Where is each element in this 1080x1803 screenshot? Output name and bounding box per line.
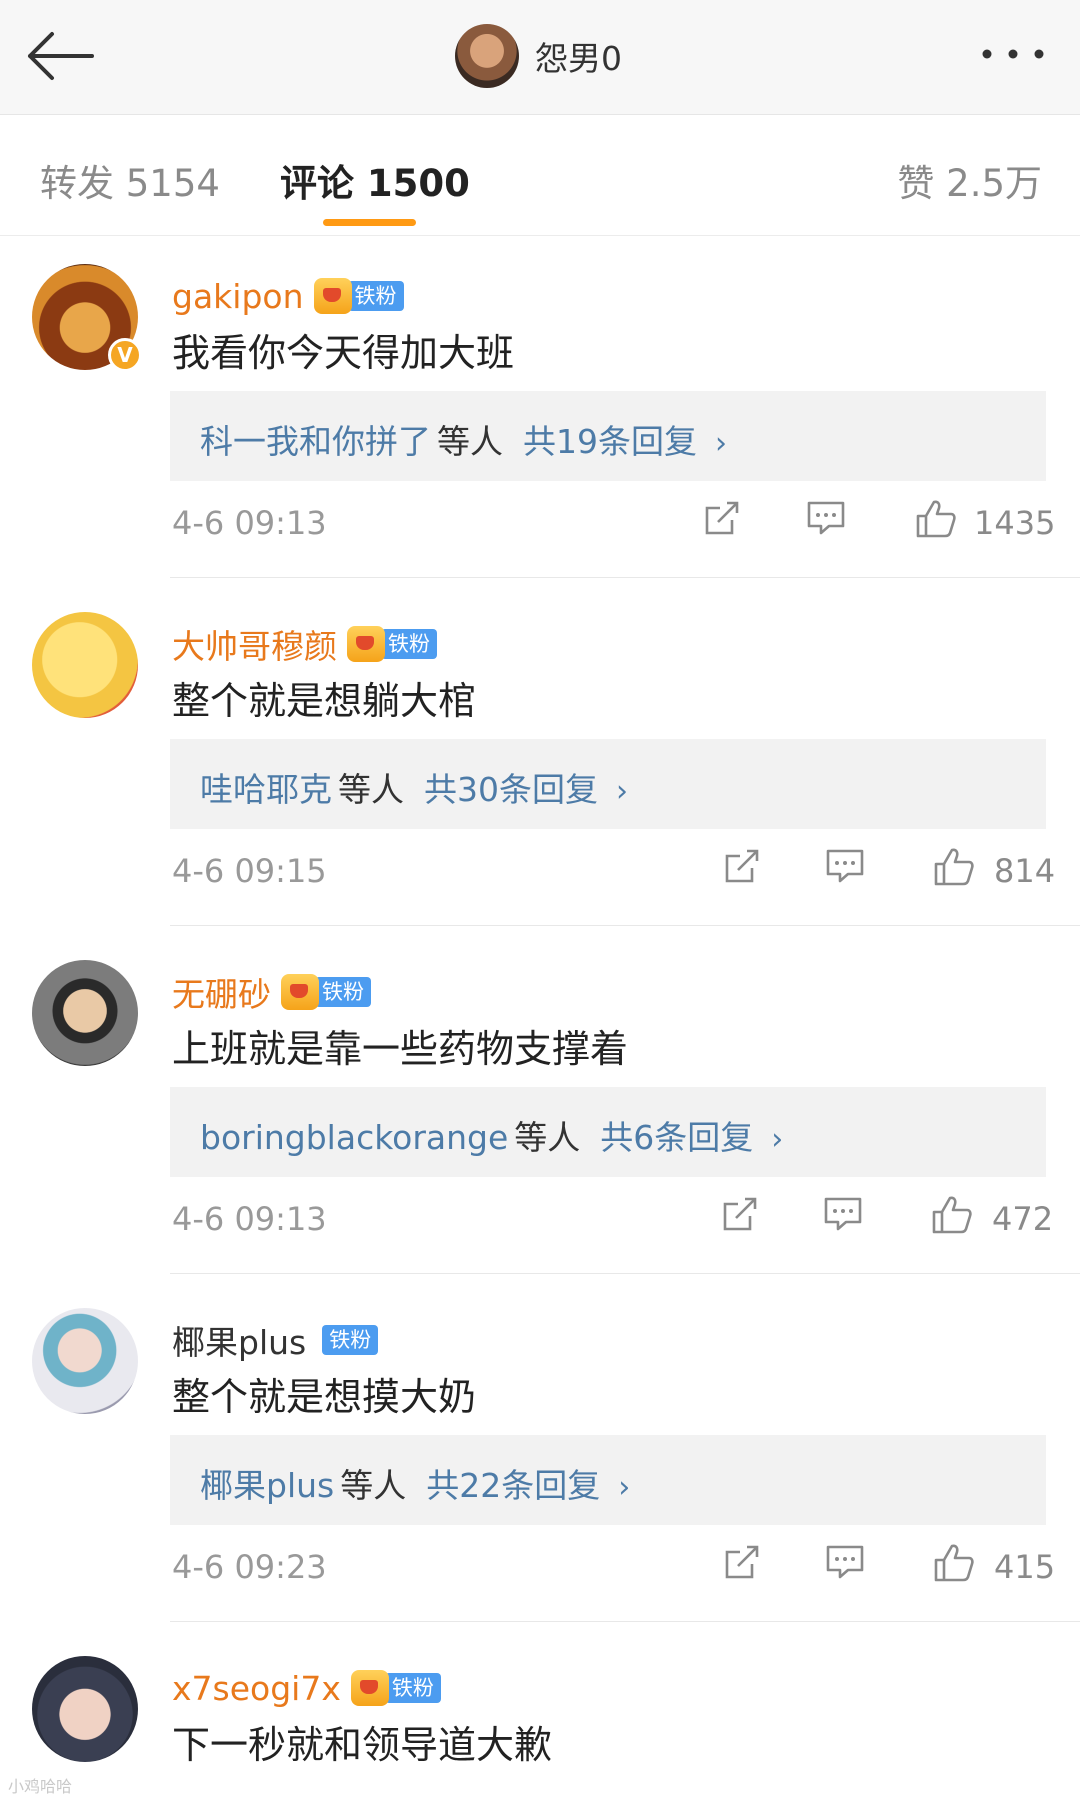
verified-badge: V [108,338,142,372]
timestamp: 4-6 09:13 [172,504,327,542]
avatar[interactable] [32,612,138,718]
avatar[interactable] [32,1308,138,1414]
like-icon[interactable] [930,1194,974,1236]
reply-count[interactable]: 共30条回复 [424,770,598,809]
reply-suffix: 等人 [437,422,503,461]
username[interactable]: 无硼砂 [172,968,271,1016]
like-icon[interactable] [914,498,958,540]
like-count: 472 [992,1200,1054,1238]
fan-badge: 铁粉 [316,1325,379,1355]
avatar[interactable]: V [32,264,142,372]
divider [170,1273,1080,1274]
fan-badge-label: 铁粉 [347,281,404,311]
fan-badge: 铁粉 [313,278,404,314]
avatar[interactable] [32,960,138,1066]
reply-summary[interactable]: 椰果plus 等人 共22条回复 › [170,1435,1046,1525]
share-icon[interactable] [722,1542,762,1582]
like-icon[interactable] [932,1542,976,1584]
fan-badge: 铁粉 [347,626,437,662]
like-icon[interactable] [932,846,976,888]
fan-badge: 铁粉 [281,974,371,1010]
comment-icon[interactable] [822,1194,864,1234]
reply-count[interactable]: 共6条回复 [600,1118,753,1157]
chevron-right-icon: › [771,1122,784,1157]
crown-icon [281,974,319,1010]
comment-icon[interactable] [805,498,847,538]
share-icon[interactable] [702,498,742,538]
divider [170,1621,1080,1622]
reply-summary[interactable]: 哇哈耶克 等人 共30条回复 › [170,739,1046,829]
username[interactable]: gakipon [172,277,304,316]
timestamp: 4-6 09:23 [172,1548,327,1586]
active-tab-indicator [323,219,416,226]
comment-text: 上班就是靠一些药物支撑着 [172,1027,629,1071]
crown-icon [347,626,385,662]
tab-bar: 转发 5154 评论 1500 赞 2.5万 [0,115,1080,236]
watermark: 小鸡哈哈 [8,1777,73,1796]
reply-summary[interactable]: 科一我和你拼了 等人 共19条回复 › [170,391,1046,481]
like-count: 1435 [974,504,1056,542]
more-options-icon[interactable] [978,40,1048,68]
reply-suffix: 等人 [514,1118,581,1157]
reply-suffix: 等人 [340,1466,407,1505]
reply-summary[interactable]: boringblackorange 等人 共6条回复 › [170,1087,1046,1177]
fan-badge-label: 铁粉 [315,977,371,1007]
like-count: 415 [994,1548,1056,1586]
comment-text: 下一秒就和领导道大歉 [172,1723,553,1767]
comment-icon[interactable] [824,1542,866,1582]
reply-names[interactable]: 哇哈耶克 [200,770,332,809]
comment-icon[interactable] [824,846,866,886]
reply-count[interactable]: 共19条回复 [523,422,697,461]
share-icon[interactable] [722,846,762,886]
tab-repost[interactable]: 转发 5154 [40,153,220,207]
tab-like[interactable]: 赞 2.5万 [897,153,1042,207]
back-arrow-icon[interactable] [22,26,98,86]
chevron-right-icon: › [616,774,628,809]
profile-name[interactable]: 怨男0 [535,32,622,80]
crown-icon [313,278,352,314]
timestamp: 4-6 09:13 [172,1200,327,1238]
comment-text: 整个就是想摸大奶 [172,1375,477,1419]
reply-names[interactable]: 科一我和你拼了 [200,422,431,461]
chevron-right-icon: › [715,426,727,461]
comment-text: 我看你今天得加大班 [172,331,515,375]
like-count: 814 [994,852,1056,890]
avatar[interactable] [32,1656,138,1762]
profile-avatar[interactable] [455,24,519,88]
divider [170,577,1080,578]
share-icon[interactable] [720,1194,760,1234]
top-bar: 怨男0 [0,0,1080,115]
fan-badge-label: 铁粉 [381,629,437,659]
crown-icon [350,1670,389,1706]
timestamp: 4-6 09:15 [172,852,327,890]
username[interactable]: 大帅哥穆颜 [172,620,337,668]
divider [170,925,1080,926]
reply-names[interactable]: 椰果plus [200,1466,334,1505]
fan-badge-label: 铁粉 [384,1673,441,1703]
username[interactable]: 椰果plus [172,1316,306,1364]
username[interactable]: x7seogi7x [172,1669,341,1708]
reply-suffix: 等人 [338,770,404,809]
comment-text: 整个就是想躺大棺 [172,679,477,723]
fan-badge-label: 铁粉 [322,1325,379,1355]
fan-badge: 铁粉 [350,1670,441,1706]
reply-names[interactable]: boringblackorange [200,1118,508,1157]
tab-comment[interactable]: 评论 1500 [280,153,470,207]
chevron-right-icon: › [618,1470,631,1505]
reply-count[interactable]: 共22条回复 [426,1466,600,1505]
profile-header[interactable]: 怨男0 [455,22,622,90]
